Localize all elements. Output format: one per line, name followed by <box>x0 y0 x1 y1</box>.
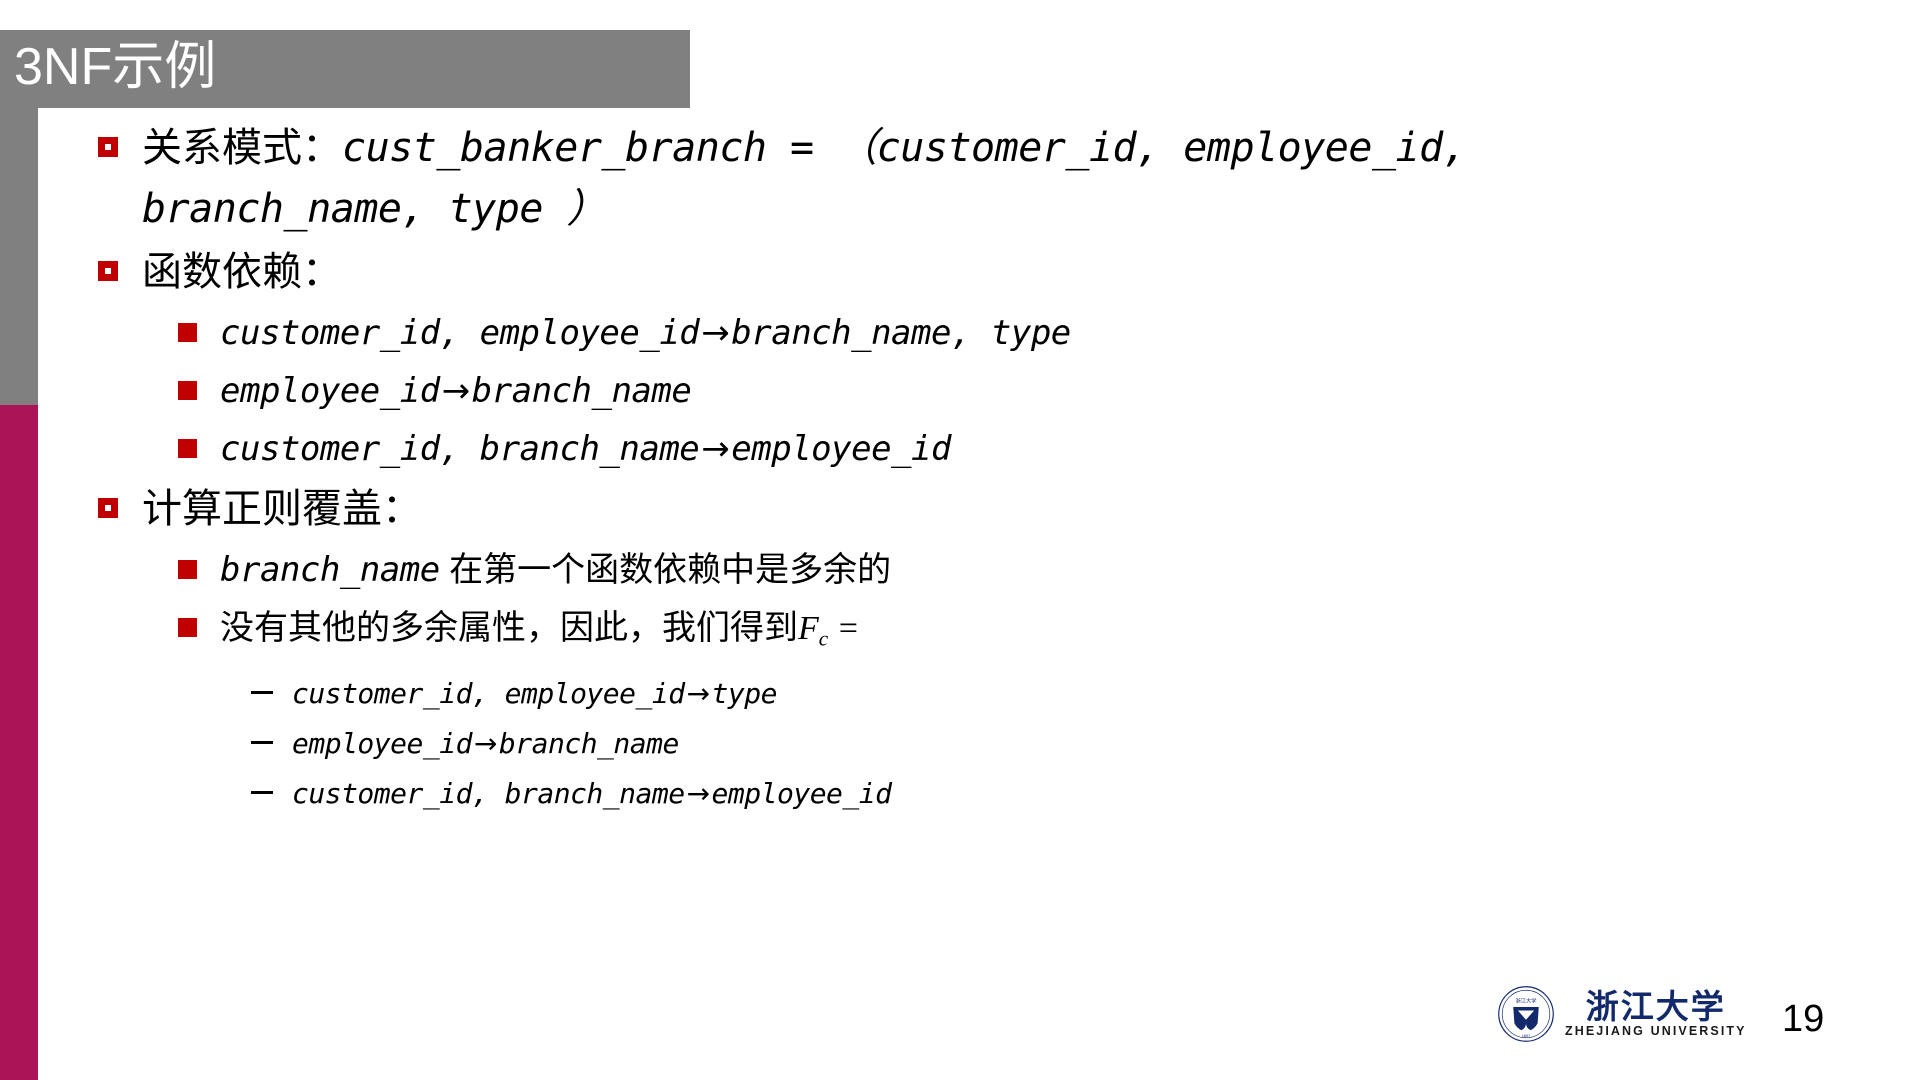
hollow-square-bullet-icon <box>98 498 118 518</box>
right-arrow-icon: → <box>441 371 471 411</box>
bullet-canonical-cover: 计算正则覆盖： <box>70 479 1870 540</box>
filled-square-bullet-icon <box>178 381 197 400</box>
fd-line: employee_id→branch_name <box>292 719 1870 769</box>
page-title: 3NF示例 <box>14 38 217 96</box>
bullet-relation-schema-label: 关系模式： <box>142 126 342 170</box>
hollow-square-bullet-icon <box>98 261 118 281</box>
fd-line: employee_id→branch_name <box>220 363 1870 419</box>
list-item: employee_id→branch_name <box>70 363 1870 419</box>
fd-right: type <box>711 676 778 710</box>
bullet-relation-schema-code-line2: branch_name, type ） <box>142 186 606 232</box>
bullet-relation-schema-code-line1: cust_banker_branch = （customer_id, emplo… <box>342 125 1467 171</box>
right-arrow-icon: → <box>686 676 710 710</box>
canonical-cover-note-1-text: 在第一个函数依赖中是多余的 <box>439 551 892 589</box>
bullet-relation-schema: 关系模式：cust_banker_branch = （customer_id, … <box>70 118 1870 240</box>
dash-bullet-icon <box>251 740 273 744</box>
university-name-cn: 浙江大学 <box>1585 986 1726 1026</box>
list-item: 没有其他的多余属性，因此，我们得到Fc = <box>70 600 1870 667</box>
list-item: customer_id, branch_name→employee_id <box>70 769 1870 819</box>
fd-right: branch_name <box>498 726 679 760</box>
canonical-cover-note-2: 没有其他的多余属性，因此，我们得到Fc = <box>220 600 1870 667</box>
filled-square-bullet-icon <box>178 618 197 637</box>
dash-bullet-icon <box>251 790 273 794</box>
fd-left: customer_id, employee_id <box>292 676 685 710</box>
canonical-cover-note-1: branch_name 在第一个函数依赖中是多余的 <box>220 542 1870 598</box>
fd-right: employee_id <box>731 429 951 469</box>
right-arrow-icon: → <box>686 776 710 810</box>
list-item: customer_id, employee_id→type <box>70 669 1870 719</box>
university-wordmark: 浙江大学 ZHEJIANG UNIVERSITY <box>1565 986 1747 1039</box>
list-item: customer_id, employee_id→branch_name, ty… <box>70 305 1870 361</box>
canonical-cover-note-1-code: branch_name <box>220 550 440 590</box>
right-arrow-icon: → <box>701 313 730 353</box>
page-number: 19 <box>1782 998 1825 1040</box>
bullet-canonical-cover-label: 计算正则覆盖： <box>142 487 422 531</box>
fc-equals: = <box>828 610 860 647</box>
university-logo: 浙江大学 1897 浙江大学 ZHEJIANG UNIVERSITY <box>1497 985 1747 1043</box>
hollow-square-bullet-icon <box>98 137 118 157</box>
svg-text:1897: 1897 <box>1522 1034 1530 1038</box>
fd-right: employee_id <box>711 776 892 810</box>
list-item: customer_id, branch_name→employee_id <box>70 421 1870 477</box>
right-arrow-icon: → <box>473 726 497 760</box>
fd-left: employee_id <box>292 726 472 760</box>
fd-right: branch_name, type <box>731 313 1071 353</box>
list-item: branch_name 在第一个函数依赖中是多余的 <box>70 542 1870 598</box>
fd-left: customer_id, branch_name <box>292 776 685 810</box>
bullet-functional-dependencies-label: 函数依赖： <box>142 250 342 294</box>
canonical-cover-note-2-text: 没有其他的多余属性，因此，我们得到 <box>220 609 798 647</box>
dash-bullet-icon <box>251 690 273 694</box>
filled-square-bullet-icon <box>178 323 197 342</box>
university-name-en: ZHEJIANG UNIVERSITY <box>1565 1023 1747 1038</box>
fc-subscript: c <box>818 626 829 651</box>
fd-left: employee_id <box>220 371 440 411</box>
slide-content: 关系模式：cust_banker_branch = （customer_id, … <box>70 118 1870 819</box>
fd-line: customer_id, branch_name→employee_id <box>292 769 1870 819</box>
fd-line: customer_id, branch_name→employee_id <box>220 421 1870 477</box>
fd-line: customer_id, employee_id→branch_name, ty… <box>220 305 1870 361</box>
fd-right: branch_name <box>471 371 692 411</box>
fd-left: customer_id, employee_id <box>220 313 700 353</box>
bullet-functional-dependencies: 函数依赖： <box>70 242 1870 303</box>
list-item: employee_id→branch_name <box>70 719 1870 769</box>
right-arrow-icon: → <box>701 429 730 469</box>
fd-left: customer_id, branch_name <box>220 429 700 469</box>
filled-square-bullet-icon <box>178 560 197 579</box>
fc-variable: F <box>798 610 819 647</box>
bullet-relation-schema-body: 关系模式：cust_banker_branch = （customer_id, … <box>142 118 1870 240</box>
left-accent-band-crimson <box>0 405 38 1080</box>
filled-square-bullet-icon <box>178 439 197 458</box>
zhejiang-university-seal-icon: 浙江大学 1897 <box>1498 986 1554 1042</box>
fd-line: customer_id, employee_id→type <box>292 669 1870 719</box>
